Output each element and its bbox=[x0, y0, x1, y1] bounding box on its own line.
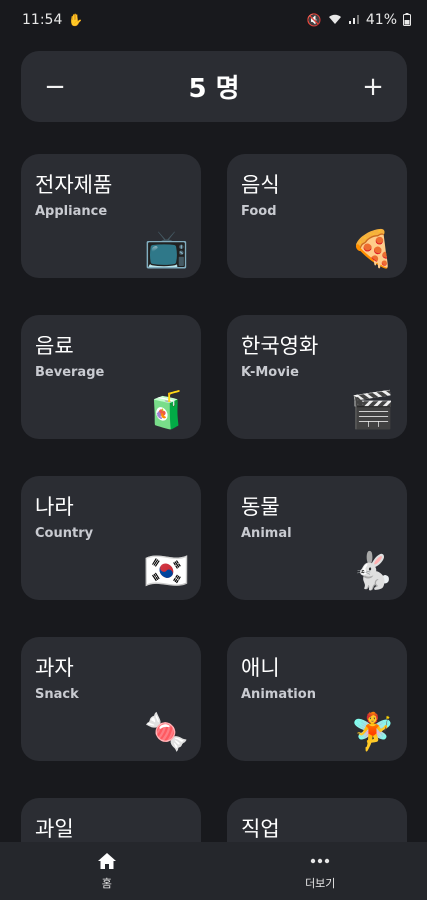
category-title: 한국영화 bbox=[241, 334, 319, 358]
player-count: 5 명 bbox=[188, 74, 240, 104]
category-card[interactable]: 애니 Animation 🧚 bbox=[227, 637, 407, 761]
decrement-button[interactable]: − bbox=[43, 72, 67, 102]
rabbit-icon: 🐇 bbox=[350, 551, 395, 592]
more-dots-icon bbox=[309, 851, 331, 871]
category-card[interactable]: 과일 bbox=[21, 798, 201, 842]
category-subtitle: Animation bbox=[241, 687, 316, 702]
category-card[interactable]: 과자 Snack 🍬 bbox=[21, 637, 201, 761]
category-title: 과일 bbox=[35, 817, 74, 841]
category-card[interactable]: 동물 Animal 🐇 bbox=[227, 476, 407, 600]
category-subtitle: Food bbox=[241, 204, 277, 219]
fairy-icon: 🧚 bbox=[350, 712, 395, 753]
category-card[interactable]: 직업 bbox=[227, 798, 407, 842]
clapper-icon: 🎬 bbox=[350, 390, 395, 431]
player-counter: − 5 명 + bbox=[21, 51, 407, 122]
nav-more-label: 더보기 bbox=[305, 877, 336, 890]
candy-icon: 🍬 bbox=[144, 712, 189, 753]
category-title: 나라 bbox=[35, 495, 74, 519]
nav-home[interactable]: 홈 bbox=[0, 842, 214, 900]
korea-flag-icon: 🇰🇷 bbox=[144, 551, 189, 592]
category-subtitle: Country bbox=[35, 526, 94, 541]
bottom-nav: 홈 더보기 bbox=[0, 842, 427, 900]
category-subtitle: K-Movie bbox=[241, 365, 299, 380]
category-card[interactable]: 전자제품 Appliance 📺 bbox=[21, 154, 201, 278]
category-title: 동물 bbox=[241, 495, 280, 519]
category-title: 전자제품 bbox=[35, 173, 113, 197]
increment-button[interactable]: + bbox=[361, 72, 385, 102]
category-card[interactable]: 음식 Food 🍕 bbox=[227, 154, 407, 278]
category-subtitle: Animal bbox=[241, 526, 292, 541]
category-subtitle: Appliance bbox=[35, 204, 108, 219]
category-subtitle: Snack bbox=[35, 687, 79, 702]
category-subtitle: Beverage bbox=[35, 365, 105, 380]
pizza-icon: 🍕 bbox=[350, 229, 395, 270]
category-title: 직업 bbox=[241, 817, 280, 841]
category-card[interactable]: 음료 Beverage 🧃 bbox=[21, 315, 201, 439]
nav-home-label: 홈 bbox=[101, 877, 112, 890]
category-card[interactable]: 나라 Country 🇰🇷 bbox=[21, 476, 201, 600]
home-icon bbox=[96, 851, 118, 871]
category-card[interactable]: 한국영화 K-Movie 🎬 bbox=[227, 315, 407, 439]
category-title: 과자 bbox=[35, 656, 74, 680]
category-title: 음료 bbox=[35, 334, 74, 358]
juice-box-icon: 🧃 bbox=[144, 390, 189, 431]
tv-icon: 📺 bbox=[144, 229, 189, 270]
category-title: 애니 bbox=[241, 656, 280, 680]
nav-more[interactable]: 더보기 bbox=[214, 842, 427, 900]
category-grid: 전자제품 Appliance 📺 음식 Food 🍕 음료 Beverage 🧃 한국영화 K-Mo… bbox=[0, 0, 427, 842]
category-title: 음식 bbox=[241, 173, 280, 197]
